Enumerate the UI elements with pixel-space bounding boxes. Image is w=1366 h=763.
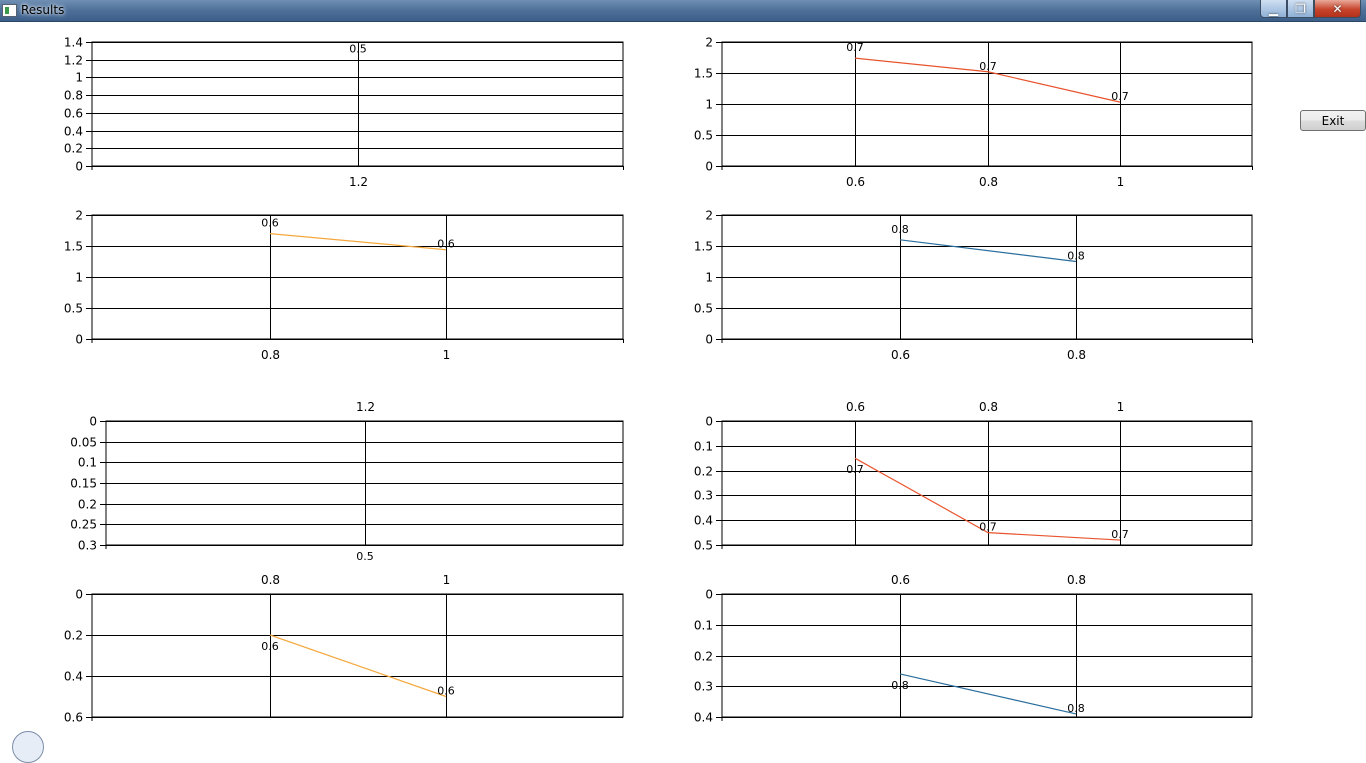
chart-7: 0 0.2 0.4 0.6 0.8 1 0.6 0.6: [64, 573, 624, 725]
x-tick-label: 0.6: [891, 348, 910, 362]
y-tick-label: 0.3: [694, 489, 713, 503]
data-label: 0.7: [979, 521, 997, 534]
y-tick-label: 0.1: [694, 619, 713, 633]
y-tick-label: 2: [705, 209, 713, 223]
x-tick-label: 0.8: [261, 573, 280, 587]
x-tick-label: 1: [1117, 400, 1125, 414]
y-tick-label: 1: [75, 71, 83, 85]
chart-4: 0 0.5 1 1.5 2 0.6 0.8 0.8 0.8: [694, 209, 1253, 362]
chart-6: 0 0.1 0.2 0.3 0.4 0.5 0.6 0.8 1 0.7 0.7 0.7: [694, 400, 1253, 553]
data-label: 0.7: [846, 463, 864, 476]
y-tick-label: 0.2: [64, 142, 83, 156]
y-tick-label: 1: [705, 98, 713, 112]
x-tick-label: 0.6: [846, 400, 865, 414]
chart-1: 0 0.2 0.4 0.6 0.8 1 1.2 1.4 1.2 0.5: [64, 36, 624, 189]
y-tick-label: 0.5: [64, 302, 83, 316]
x-tick-label: 0.8: [261, 348, 280, 362]
y-tick-label: 0: [705, 588, 713, 602]
data-label: 0.8: [1067, 702, 1085, 715]
y-tick-label: 0: [89, 415, 97, 429]
x-tick-label: 0.8: [979, 400, 998, 414]
plot-frame: [721, 593, 1253, 718]
x-tick-label: 0.8: [1067, 573, 1086, 587]
x-tick-label: 1.2: [349, 175, 368, 189]
y-tick-label: 0.1: [78, 456, 97, 470]
series-line: [269, 634, 447, 698]
y-tick-label: 1.5: [694, 67, 713, 81]
x-tick-label: 0.6: [846, 175, 865, 189]
data-label: 0.5: [349, 43, 367, 56]
y-tick-label: 0.3: [694, 680, 713, 694]
chart-3: 0 0.5 1 1.5 2 0.8 1 0.6 0.6: [64, 209, 624, 362]
y-tick-label: 0.5: [694, 539, 713, 553]
y-tick-label: 0: [705, 160, 713, 174]
data-label: 0.5: [356, 550, 374, 563]
y-tick-label: 0.4: [694, 514, 713, 528]
y-tick-label: 0.5: [694, 302, 713, 316]
y-tick-label: 0.2: [64, 629, 83, 643]
data-label: 0.7: [1111, 90, 1129, 103]
y-tick-label: 0.4: [694, 711, 713, 725]
data-label: 0.8: [891, 223, 909, 236]
x-tick-label: 0.6: [891, 573, 910, 587]
y-tick-label: 0.8: [64, 89, 83, 103]
data-label: 0.7: [979, 60, 997, 73]
x-tick-label: 1: [443, 348, 451, 362]
data-label: 0.6: [437, 685, 455, 698]
y-tick-label: 1.2: [64, 54, 83, 68]
data-label: 0.8: [891, 679, 909, 692]
y-tick-label: 0.6: [64, 107, 83, 121]
y-tick-label: 0: [75, 588, 83, 602]
charts-area: 0 0.2 0.4 0.6 0.8 1 1.2 1.4 1.2 0.5 0 0.5 1 1.5 2 0.6 0.…: [64, 36, 1253, 725]
y-tick-label: 1.4: [64, 36, 83, 50]
series-line: [899, 239, 1077, 263]
x-tick-label: 1: [1117, 175, 1125, 189]
y-tick-label: 0.2: [694, 465, 713, 479]
y-tick-label: 2: [75, 209, 83, 223]
x-tick-label: 0.8: [1067, 348, 1086, 362]
y-tick-label: 0.1: [694, 440, 713, 454]
y-tick-label: 1.5: [694, 240, 713, 254]
series-line: [269, 233, 447, 251]
y-tick-label: 0.05: [70, 436, 97, 450]
chart-5: 0 0.05 0.1 0.15 0.2 0.25 0.3 1.2 0.5: [70, 400, 624, 563]
y-tick-label: 0.4: [64, 125, 83, 139]
data-label: 0.7: [846, 41, 864, 54]
data-label: 0.6: [261, 640, 279, 653]
y-tick-label: 2: [705, 36, 713, 50]
y-tick-label: 0: [75, 160, 83, 174]
y-tick-label: 0.15: [70, 477, 97, 491]
y-tick-label: 1: [705, 271, 713, 285]
y-tick-label: 0: [75, 333, 83, 347]
start-orb[interactable]: [12, 731, 44, 763]
x-tick-label: 1: [443, 573, 451, 587]
chart-2: 0 0.5 1 1.5 2 0.6 0.8 1 0.7 0.7 0.7: [694, 36, 1253, 189]
y-tick-label: 0.3: [78, 539, 97, 553]
data-label: 0.8: [1067, 250, 1085, 263]
y-tick-label: 0.2: [694, 650, 713, 664]
y-tick-label: 0.4: [64, 670, 83, 684]
y-tick-label: 0.2: [78, 498, 97, 512]
y-tick-label: 1.5: [64, 240, 83, 254]
x-tick-label: 1.2: [356, 400, 375, 414]
data-label: 0.6: [437, 238, 455, 251]
y-tick-label: 1: [75, 271, 83, 285]
y-tick-label: 0.25: [70, 518, 97, 532]
data-label: 0.6: [261, 217, 279, 230]
chart-8: 0 0.1 0.2 0.3 0.4 0.6 0.8 0.8 0.8: [694, 573, 1253, 725]
data-label: 0.7: [1111, 528, 1129, 541]
y-tick-label: 0.5: [694, 129, 713, 143]
y-tick-label: 0: [705, 415, 713, 429]
x-tick-label: 0.8: [979, 175, 998, 189]
series-line: [899, 673, 1077, 715]
plot-frame: [91, 593, 624, 718]
y-tick-label: 0: [705, 333, 713, 347]
y-tick-label: 0.6: [64, 711, 83, 725]
